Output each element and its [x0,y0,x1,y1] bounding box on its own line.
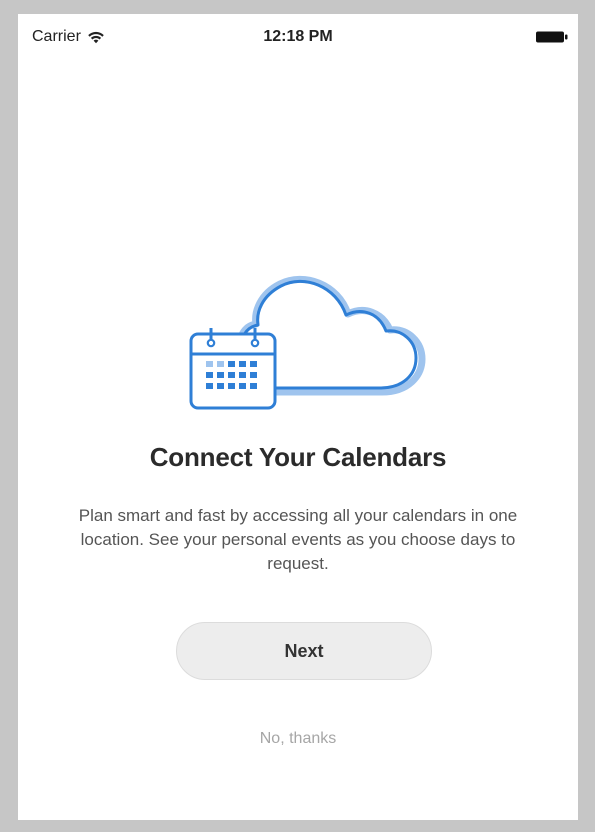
battery-icon [536,31,568,43]
description-text: Plan smart and fast by accessing all you… [78,506,518,573]
calendar-cloud-illustration [18,262,578,412]
app-screen: Carrier 12:18 PM Connect Your Calendars … [18,14,578,820]
calendar-cloud-icon [189,276,426,410]
status-time: 12:18 PM [263,28,333,45]
page-title: Connect Your Calendars [149,442,447,472]
status-bar: Carrier 12:18 PM [18,14,578,58]
next-button[interactable]: Next [176,622,432,680]
no-thanks-link[interactable]: No, thanks [18,730,578,748]
